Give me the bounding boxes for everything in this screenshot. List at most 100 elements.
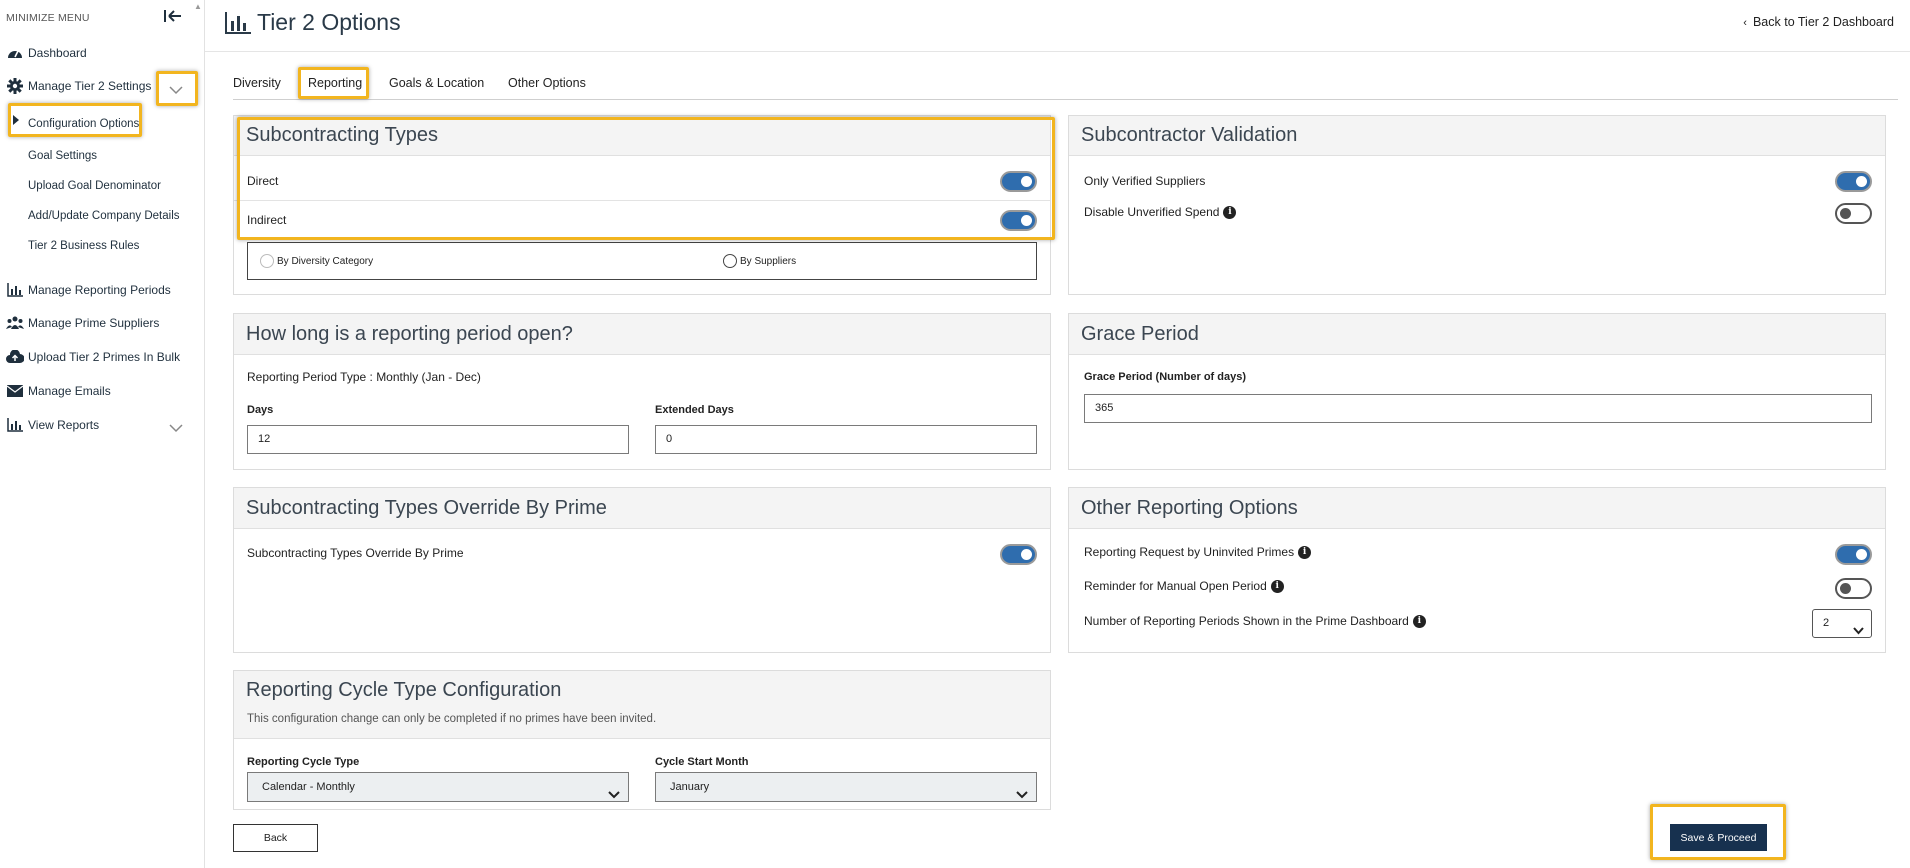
bar-chart-icon <box>225 12 251 37</box>
days-input[interactable]: 12 <box>247 425 629 454</box>
sidebar-item-label: Manage Emails <box>28 384 111 398</box>
back-button[interactable]: Back <box>233 824 318 852</box>
scroll-up-icon[interactable]: ▲ <box>194 2 202 11</box>
cycle-start-label: Cycle Start Month <box>655 756 749 768</box>
sidebar: MINIMIZE MENU ▲ Dashboard Manage Tier 2 … <box>0 0 205 868</box>
other-reporting-options-card: Other Reporting Options Reporting Reques… <box>1068 487 1886 653</box>
unverified-spend-row: Disable Unverified Spend i <box>1084 205 1237 219</box>
radio-label: By Suppliers <box>740 255 797 267</box>
reporting-cycle-card: Reporting Cycle Type Configuration This … <box>233 670 1051 810</box>
back-to-dashboard-link[interactable]: ‹ Back to Tier 2 Dashboard <box>1743 15 1894 29</box>
radio-by-suppliers[interactable]: By Suppliers <box>723 254 796 268</box>
sidebar-item-label: Dashboard <box>28 46 87 60</box>
sidebar-item-manage-emails[interactable]: Manage Emails <box>0 379 111 403</box>
subcontracting-types-highlight <box>237 117 1055 240</box>
chevron-down-icon[interactable] <box>168 84 184 98</box>
verified-suppliers-toggle[interactable] <box>1835 171 1872 192</box>
card-header: Reporting Cycle Type Configuration This … <box>234 671 1050 739</box>
uninvited-primes-toggle[interactable] <box>1835 544 1872 565</box>
chevron-down-icon <box>1853 619 1864 646</box>
sidebar-item-prime-suppliers[interactable]: Manage Prime Suppliers <box>0 311 159 335</box>
card-title: Other Reporting Options <box>1081 497 1298 519</box>
unverified-spend-label: Disable Unverified Spend <box>1084 205 1220 219</box>
card-header: Subcontractor Validation <box>1069 116 1885 156</box>
grace-period-input[interactable]: 365 <box>1084 394 1872 423</box>
sidebar-item-upload-primes[interactable]: Upload Tier 2 Primes In Bulk <box>0 345 180 369</box>
grace-period-label: Grace Period (Number of days) <box>1084 371 1246 383</box>
indirect-method-box: By Diversity Category By Suppliers <box>247 242 1037 280</box>
info-icon[interactable]: i <box>1270 579 1284 593</box>
card-title: Subcontracting Types Override By Prime <box>246 497 607 519</box>
tab-other-options[interactable]: Other Options <box>508 76 586 90</box>
sidebar-item-manage-tier2-settings[interactable]: Manage Tier 2 Settings <box>0 74 151 98</box>
chevron-down-icon[interactable] <box>168 422 184 436</box>
cycle-type-label: Reporting Cycle Type <box>247 756 360 768</box>
caret-right-icon <box>13 114 19 128</box>
unverified-spend-toggle[interactable] <box>1835 203 1872 224</box>
gear-icon <box>4 77 26 95</box>
sidebar-subitem-company-details[interactable]: Add/Update Company Details <box>28 210 180 222</box>
days-label: Days <box>247 404 274 416</box>
periods-shown-select[interactable]: 2 <box>1812 609 1872 638</box>
radio-by-diversity-category[interactable]: By Diversity Category <box>260 254 373 268</box>
chevron-left-icon: ‹ <box>1743 17 1747 29</box>
save-and-proceed-button[interactable]: Save & Proceed <box>1670 824 1767 851</box>
dashboard-gauge-icon <box>4 44 26 62</box>
cycle-type-value: Calendar - Monthly <box>262 781 355 793</box>
minimize-menu-label[interactable]: MINIMIZE MENU <box>6 12 90 24</box>
sidebar-item-label: Upload Tier 2 Primes In Bulk <box>28 350 181 364</box>
grace-period-card: Grace Period Grace Period (Number of day… <box>1068 313 1886 470</box>
chevron-down-icon <box>608 782 620 810</box>
options-tabs: Diversity Reporting Goals & Location Oth… <box>233 68 1898 100</box>
card-header: How long is a reporting period open? <box>234 314 1050 355</box>
sidebar-subitem-upload-goal-denominator[interactable]: Upload Goal Denominator <box>28 180 161 192</box>
back-link-label: Back to Tier 2 Dashboard <box>1752 15 1894 29</box>
sidebar-item-view-reports[interactable]: View Reports <box>0 413 99 437</box>
chevron-down-icon <box>1016 782 1028 810</box>
sidebar-item-label: Manage Tier 2 Settings <box>28 79 152 93</box>
card-header: Grace Period <box>1069 314 1885 355</box>
card-title: Subcontractor Validation <box>1081 124 1298 146</box>
info-icon[interactable]: i <box>1298 545 1312 559</box>
sidebar-item-reporting-periods[interactable]: Manage Reporting Periods <box>0 278 171 302</box>
manual-open-reminder-row: Reminder for Manual Open Period i <box>1084 579 1284 593</box>
sidebar-item-dashboard[interactable]: Dashboard <box>0 41 87 65</box>
tab-goals-location[interactable]: Goals & Location <box>389 76 484 90</box>
tab-diversity[interactable]: Diversity <box>233 76 281 90</box>
cycle-type-select[interactable]: Calendar - Monthly <box>247 772 629 802</box>
periods-shown-row: Number of Reporting Periods Shown in the… <box>1084 614 1426 628</box>
cycle-start-value: January <box>670 781 710 793</box>
manual-open-reminder-toggle[interactable] <box>1835 578 1872 599</box>
uninvited-primes-row: Reporting Request by Uninvited Primes i <box>1084 545 1312 559</box>
info-icon[interactable]: i <box>1412 614 1426 628</box>
collapse-menu-icon[interactable] <box>164 9 184 27</box>
uninvited-primes-label: Reporting Request by Uninvited Primes <box>1084 545 1295 559</box>
card-header: Subcontracting Types Override By Prime <box>234 488 1050 529</box>
periods-shown-value: 2 <box>1823 617 1830 629</box>
manual-open-reminder-label: Reminder for Manual Open Period <box>1084 579 1267 593</box>
sidebar-item-label: Manage Reporting Periods <box>28 283 171 297</box>
info-icon[interactable]: i <box>1223 205 1237 219</box>
bar-chart-icon <box>4 281 26 299</box>
sidebar-subitem-goal-settings[interactable]: Goal Settings <box>28 150 97 162</box>
extended-days-label: Extended Days <box>655 404 734 416</box>
sidebar-subitem-configuration-options[interactable]: Configuration Options <box>28 118 139 130</box>
sidebar-item-label: View Reports <box>28 418 100 432</box>
periods-shown-label: Number of Reporting Periods Shown in the… <box>1084 614 1409 628</box>
extended-days-input[interactable]: 0 <box>655 425 1037 454</box>
cycle-note: This configuration change can only be co… <box>247 713 657 725</box>
override-toggle[interactable] <box>1000 544 1037 565</box>
radio-circle <box>723 254 737 268</box>
card-title: Reporting Cycle Type Configuration <box>246 679 562 701</box>
sidebar-subitem-business-rules[interactable]: Tier 2 Business Rules <box>28 240 139 252</box>
cloud-upload-icon <box>4 348 26 366</box>
bar-chart-icon <box>4 416 26 434</box>
sidebar-item-label: Manage Prime Suppliers <box>28 316 160 330</box>
verified-suppliers-label: Only Verified Suppliers <box>1084 174 1206 188</box>
cycle-start-select[interactable]: January <box>655 772 1037 802</box>
page-title: Tier 2 Options <box>257 9 401 35</box>
page-header: Tier 2 Options ‹ Back to Tier 2 Dashboard <box>205 0 1910 52</box>
users-group-icon <box>4 314 26 332</box>
radio-circle <box>260 254 274 268</box>
card-header: Other Reporting Options <box>1069 488 1885 529</box>
